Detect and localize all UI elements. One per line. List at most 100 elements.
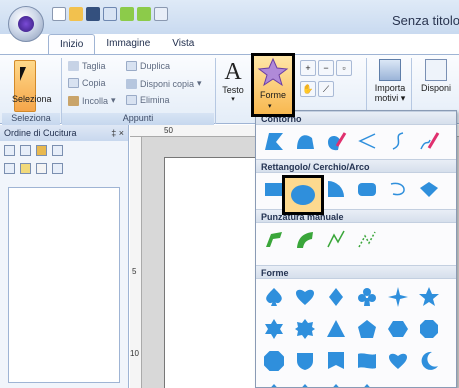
save-icon[interactable] [86, 7, 100, 21]
hand-pan-icon[interactable]: ✋ [300, 81, 316, 97]
shape-diamond[interactable] [324, 285, 348, 309]
shape-manual-block-a[interactable] [262, 227, 286, 251]
pane-controls[interactable]: ‡ × [111, 128, 124, 138]
shape-fan[interactable] [324, 177, 348, 201]
tab-vista[interactable]: Vista [161, 34, 205, 54]
text-button[interactable]: A Testo ▾ [220, 59, 246, 111]
quick-access-toolbar [52, 7, 168, 21]
shapes-row-3 [262, 349, 441, 373]
shape-more-3[interactable] [324, 381, 348, 387]
zoom-fit-icon[interactable]: ▫ [336, 60, 352, 76]
hide-icon[interactable] [36, 162, 47, 174]
window-title: Senza titolo - [392, 13, 459, 28]
tab-immagine[interactable]: Immagine [95, 34, 161, 54]
color-order-icon[interactable] [36, 144, 47, 156]
shape-four-point-star[interactable] [386, 285, 410, 309]
shape-manual-block-b[interactable] [293, 227, 317, 251]
order-list-icon[interactable] [20, 144, 31, 156]
shape-crescent[interactable] [417, 349, 441, 373]
shape-badge[interactable] [324, 349, 348, 373]
shape-hexagon[interactable] [386, 317, 410, 341]
shape-banner[interactable] [355, 349, 379, 373]
tab-inizio[interactable]: Inizio [48, 34, 96, 54]
duplicate-button[interactable]: Duplica [126, 61, 170, 71]
shape-outline-curve[interactable] [293, 129, 317, 153]
app-logo-icon [18, 16, 34, 32]
shapes-row-4 [262, 381, 379, 387]
order-view-icon[interactable] [4, 144, 15, 156]
shape-spade[interactable] [262, 285, 286, 309]
lock-icon[interactable] [20, 162, 31, 174]
shape-manual-line[interactable] [324, 227, 348, 251]
shape-outline-curve-line[interactable] [386, 129, 410, 153]
zoom-toolbar: + − ▫ [300, 60, 352, 76]
frame-icon[interactable] [52, 144, 63, 156]
delete-icon [126, 95, 137, 105]
shape-more-1[interactable] [262, 381, 286, 387]
ribbon-separator [215, 58, 216, 124]
shape-pentagon[interactable] [355, 317, 379, 341]
pane-toolbar [0, 141, 128, 159]
zoom-out-icon[interactable]: − [318, 60, 334, 76]
text-label: Testo [222, 85, 244, 95]
shape-outline-angle-line[interactable] [355, 129, 379, 153]
paste-button[interactable]: Incolla ▾ [68, 95, 116, 106]
shape-octagon-star[interactable] [293, 317, 317, 341]
zoom-in-icon[interactable]: + [300, 60, 316, 76]
shape-diamond-fan[interactable] [417, 177, 441, 201]
customize-qat-icon[interactable] [154, 7, 168, 21]
shape-outline-pencil-fill[interactable] [324, 129, 348, 153]
group-label-seleziona: Seleziona [2, 113, 60, 125]
shape-rounded-octagon[interactable] [262, 349, 286, 373]
undo-icon[interactable] [120, 7, 134, 21]
pane-header: Ordine di Cucitura ‡ × [0, 125, 128, 141]
shape-outline-polygon[interactable] [262, 129, 286, 153]
shapes-row-2 [262, 317, 441, 341]
copy-button[interactable]: Copia [68, 78, 106, 88]
shape-five-point-star[interactable] [417, 285, 441, 309]
shapes-row-1 [262, 285, 441, 309]
shape-heart[interactable] [293, 285, 317, 309]
ellipse-icon [291, 185, 315, 205]
scissors-icon [68, 61, 79, 71]
open-folder-icon[interactable] [69, 7, 83, 21]
arrange-copy-button[interactable]: Disponi copia ▾ [126, 78, 202, 89]
manual-punch-row [262, 227, 379, 251]
delete-button[interactable]: Elimina [126, 95, 170, 105]
select-button[interactable]: Seleziona [12, 60, 52, 112]
shape-shield[interactable] [293, 349, 317, 373]
text-a-icon: A [224, 59, 242, 85]
pane-toolbar-2 [0, 159, 128, 177]
arrange-button[interactable]: Disponi [416, 59, 456, 113]
pointer-icon[interactable] [52, 162, 63, 174]
shape-ellipse[interactable] [282, 175, 324, 215]
shape-heart-2[interactable] [386, 349, 410, 373]
shape-triangle[interactable] [324, 317, 348, 341]
shape-arc[interactable] [386, 177, 410, 201]
ruler-mark: 5 [132, 267, 137, 276]
shapes-dropdown: Contorno Rettangolo/ Cerchio/Arco Punzat… [255, 110, 457, 388]
arrange-copy-icon [126, 78, 137, 89]
eye-icon[interactable] [4, 162, 15, 174]
import-patterns-button[interactable]: Importa motivi ▾ [372, 59, 408, 113]
app-menu-button[interactable] [8, 6, 44, 42]
shape-octagon[interactable] [417, 317, 441, 341]
zoom-icon[interactable] [103, 7, 117, 21]
shape-manual-running-line[interactable] [355, 227, 379, 251]
shape-rounded-rectangle[interactable] [355, 177, 379, 201]
new-file-icon[interactable] [52, 7, 66, 21]
shape-more-4[interactable] [355, 381, 379, 387]
arrow-cursor-icon [20, 67, 26, 81]
measure-icon[interactable]: ⟋ [318, 81, 334, 97]
cut-button[interactable]: Taglia [68, 61, 106, 71]
shape-outline-freehand-line[interactable] [417, 129, 441, 153]
title-bar: Senza titolo - [0, 0, 459, 42]
sewing-order-list[interactable] [8, 187, 120, 383]
ruler-mark: 10 [130, 349, 139, 358]
shapes-button[interactable]: Forme ▾ [251, 53, 295, 117]
shape-six-point-star[interactable] [262, 317, 286, 341]
shape-club[interactable] [355, 285, 379, 309]
copy-icon [68, 78, 79, 88]
shape-more-2[interactable] [293, 381, 317, 387]
redo-icon[interactable] [137, 7, 151, 21]
